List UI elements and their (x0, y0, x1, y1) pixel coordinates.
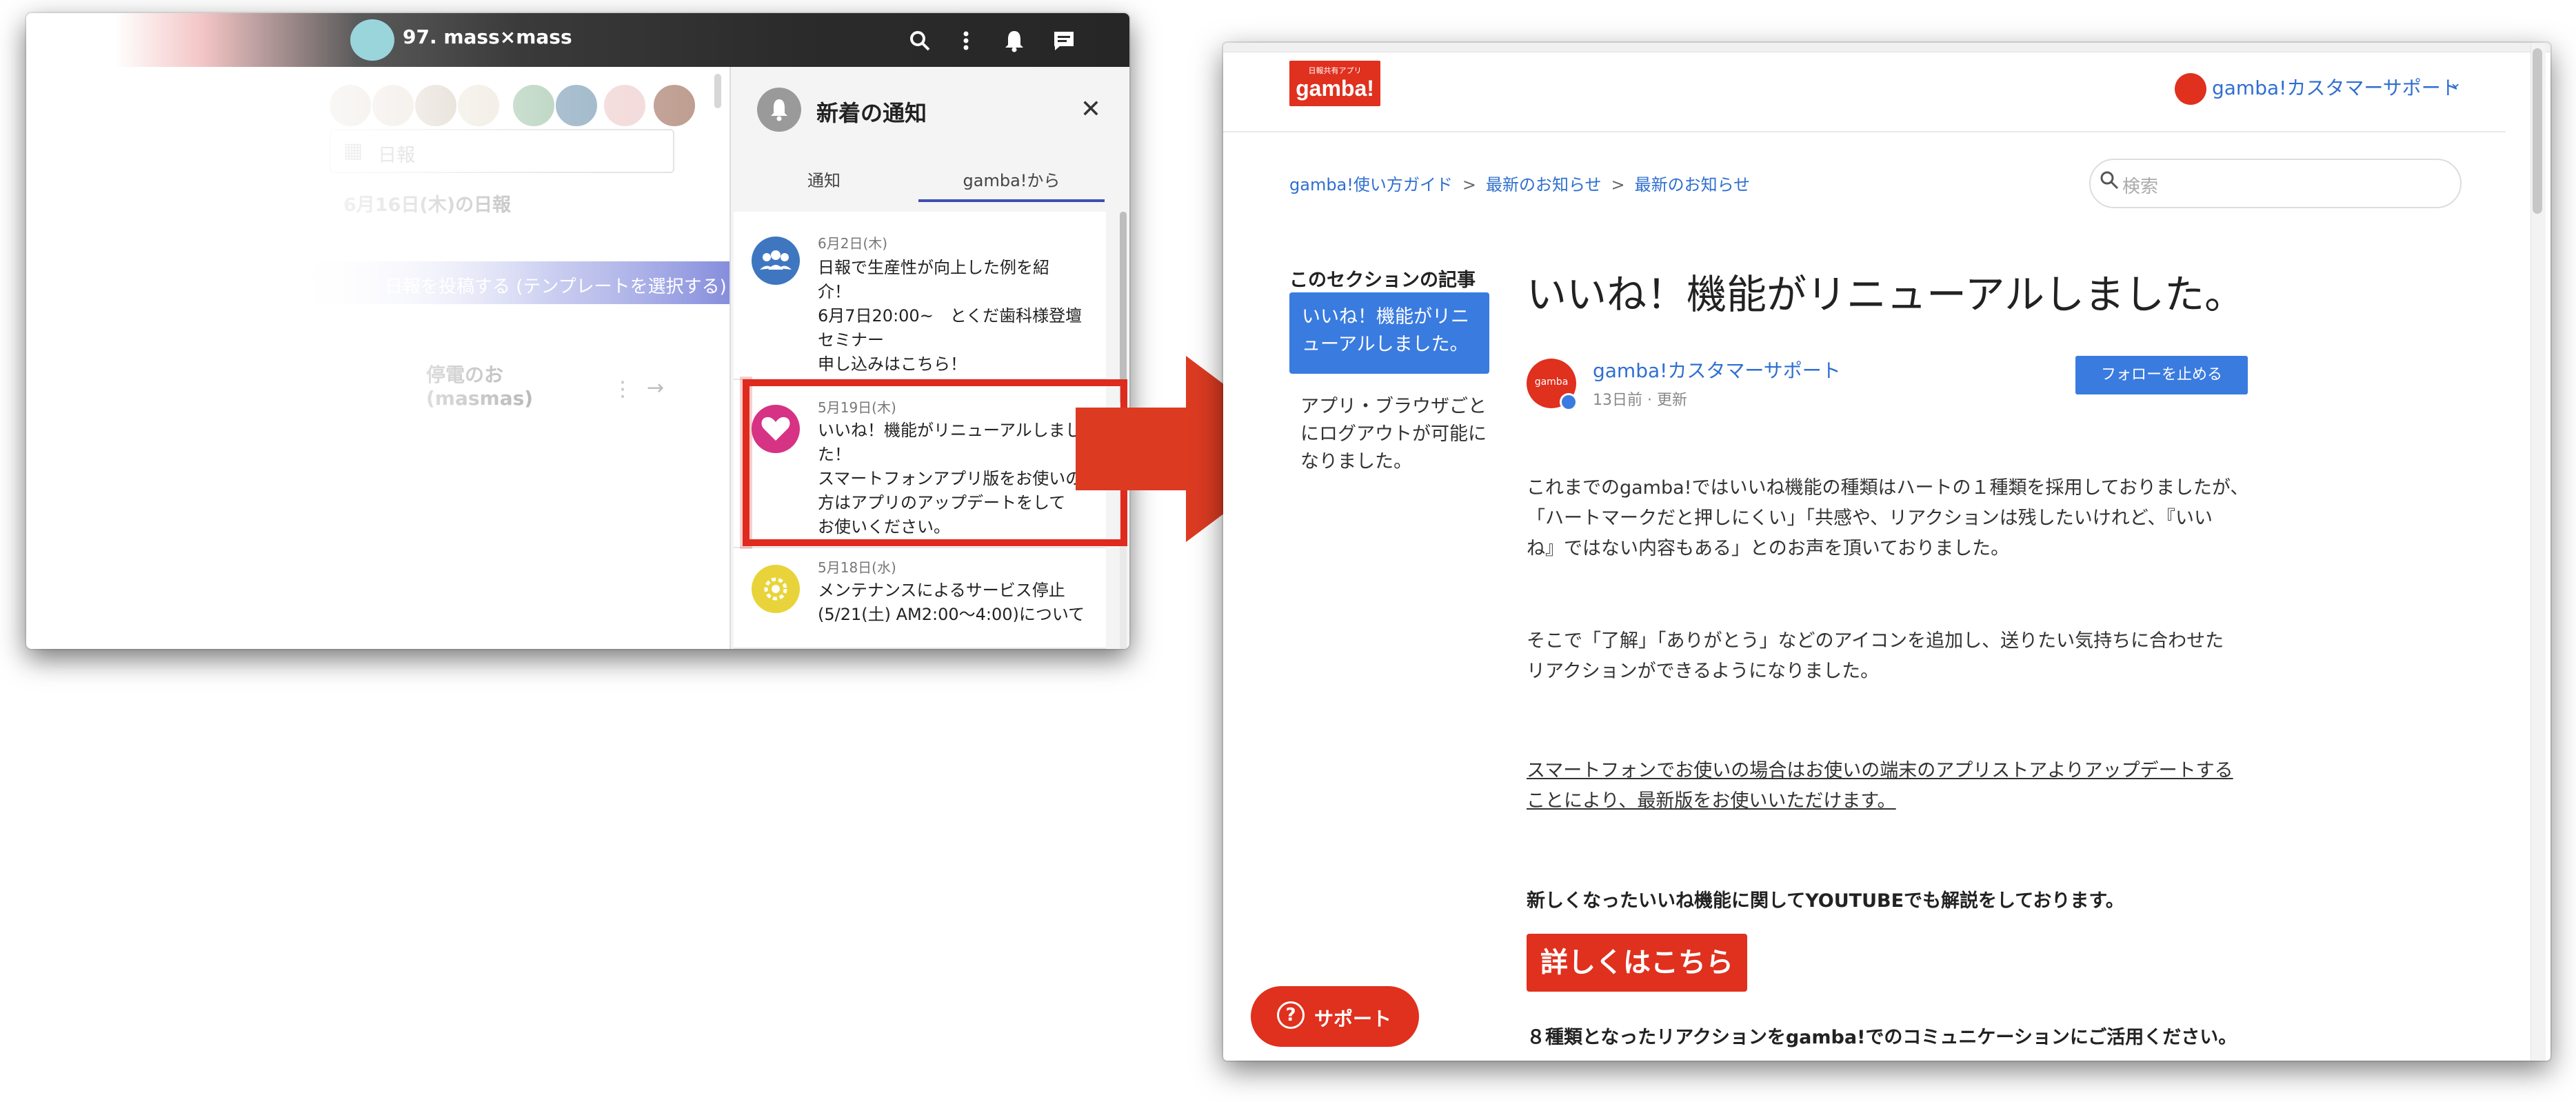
notification-text: 日報で生産性が向上した例を紹 介！ 6月7日20:00~ とくだ歯科様登壇 セミ… (818, 258, 1083, 374)
author-avatar-label: gamba (1534, 377, 1569, 388)
article-paragraph: これまでのgamba!ではいいね機能の種類はハートの１種類を採用しておりましたが… (1527, 477, 2249, 499)
tab-from-gamba[interactable]: gamba!から (918, 163, 1105, 202)
notification-item[interactable]: 5月18日(水) メンテナンスによるサービス停止 (5/21(土) AM2:00… (734, 548, 1106, 649)
section-article-active[interactable]: いいね！機能がリニューアルしました。 (1289, 292, 1489, 374)
article-paragraph: ね』ではない内容もある」とのお声を頂いておりました。 (1527, 538, 2010, 559)
support-button-label: サポート (1314, 1008, 1392, 1030)
room-title: 97. mass×mass (403, 26, 572, 48)
section-heading: このセクションの記事 (1289, 270, 1476, 291)
daily-report-select-label: 日報 (378, 145, 415, 166)
member-avatar[interactable] (414, 83, 458, 128)
member-avatar[interactable] (512, 83, 556, 128)
chat-area: ▦ 日報 6月16日(木)の日報 日報を投稿する (テンプレートを選択する) 停… (26, 67, 729, 649)
gear-icon (752, 565, 800, 613)
notification-date: 6月2日(木) (818, 235, 888, 252)
card-forward-icon[interactable]: → (647, 376, 664, 400)
browser-top-strip (1223, 43, 2550, 52)
breadcrumb-link[interactable]: 最新のお知らせ (1486, 175, 1602, 194)
header-divider (1223, 131, 2506, 132)
member-avatar[interactable] (603, 83, 647, 128)
chevron-down-icon[interactable]: ⌄ (2449, 74, 2462, 92)
reaction-note: ８種類となったリアクションをgamba!でのコミュニケーションにご活用ください。 (1527, 1027, 2237, 1048)
gamba-logo[interactable]: 日報共有アプリ gamba! (1289, 61, 1380, 106)
post-report-label: 日報を投稿する (テンプレートを選択する) (385, 277, 727, 297)
app-update-link-line: ことにより、最新版をお使いいただけます。 (1527, 790, 1896, 812)
breadcrumb-link[interactable]: 最新のお知らせ (1635, 175, 1751, 194)
logo-text: gamba! (1296, 76, 1374, 101)
member-avatar[interactable] (554, 83, 598, 128)
unfollow-button[interactable]: フォローを止める (2075, 356, 2248, 394)
details-button[interactable]: 詳しくはこちら (1527, 934, 1747, 992)
article-paragraph: 「ハートマークだと押しにくい」「共感や、リアクションは残したいけれど、『いい (1527, 508, 2213, 529)
article-paragraph: リアクションができるようになりました。 (1527, 661, 1880, 682)
notification-bell-glyph (767, 96, 792, 123)
bell-icon[interactable] (1002, 28, 1027, 53)
outage-card-title: 停電のお (masmas) (426, 363, 534, 410)
search-placeholder: 検索 (2122, 177, 2159, 197)
section-article-link[interactable]: アプリ・ブラウザごとにログアウトが可能になりました。 (1300, 393, 1487, 476)
search-icon[interactable] (907, 28, 932, 53)
breadcrumb-separator: > (1462, 175, 1476, 194)
calendar-icon: ▦ (343, 139, 363, 163)
member-avatar[interactable] (371, 83, 415, 128)
notification-text: メンテナンスによるサービス停止 (5/21(土) AM2:00〜4:00)につい… (818, 581, 1085, 624)
help-icon: ? (1277, 1001, 1305, 1029)
gamba-app-window: 97. mass×mass ▦ 日報 6月16日(木)の日報 日報を投稿する (… (26, 13, 1129, 649)
chat-icon[interactable] (1051, 28, 1076, 53)
tab-notifications[interactable]: 通知 (731, 163, 917, 202)
help-center-window: 日報共有アプリ gamba! gamba!カスタマーサポート ⌄ gamba!使… (1223, 43, 2550, 1061)
room-avatar (350, 19, 394, 61)
chat-scrollbar[interactable] (714, 74, 721, 108)
logo-tagline: 日報共有アプリ (1308, 66, 1362, 75)
author-badge (1560, 393, 1578, 411)
search-icon (2099, 170, 2120, 196)
article-meta: 13日前 · 更新 (1593, 392, 1687, 409)
member-avatar[interactable] (652, 83, 696, 128)
breadcrumb-separator: > (1611, 175, 1625, 194)
notification-panel: 新着の通知 ✕ 通知 gamba!から 6月2日(木) 日報で生産性が向上した例… (729, 67, 1129, 649)
author-name[interactable]: gamba!カスタマーサポート (1593, 356, 1841, 383)
article-paragraph: そこで「了解」「ありがとう」などのアイコンを追加し、送りたい気持ちに合わせた (1527, 630, 2224, 652)
account-menu[interactable]: gamba!カスタマーサポート (2212, 73, 2460, 101)
page-scroll-thumb[interactable] (2533, 48, 2542, 214)
app-update-link[interactable]: スマートフォンでお使いの場合はお使いの端末のアプリストアよりアップデートする こ… (1527, 756, 2233, 817)
breadcrumb-link[interactable]: gamba!使い方ガイド (1289, 175, 1453, 194)
breadcrumb: gamba!使い方ガイド > 最新のお知らせ > 最新のお知らせ (1289, 171, 1750, 195)
member-avatar[interactable] (456, 83, 501, 128)
article-title: いいね！機能がリニューアルしました。 (1527, 271, 2245, 318)
close-icon[interactable]: ✕ (1076, 94, 1106, 125)
chat-header: 97. mass×mass (26, 13, 1129, 67)
highlight-box (743, 379, 1127, 546)
app-update-link-line: スマートフォンでお使いの場合はお使いの端末のアプリストアよりアップデートする (1527, 760, 2233, 781)
card-more-icon[interactable]: ⋮ (612, 377, 633, 401)
youtube-note: 新しくなったいいね機能に関してYOUTUBEでも解説をしております。 (1527, 890, 2124, 912)
notification-panel-title: 新着の通知 (816, 100, 927, 126)
member-avatar[interactable] (328, 83, 372, 128)
kebab-icon[interactable] (954, 28, 978, 53)
group-icon (752, 237, 800, 285)
daily-report-date: 6月16日(木)の日報 (343, 194, 512, 216)
notification-date: 5月18日(水) (818, 559, 896, 576)
support-button[interactable]: ? サポート (1251, 986, 1419, 1047)
account-avatar[interactable] (2175, 73, 2206, 105)
notification-item[interactable]: 6月2日(木) 日報で生産性が向上した例を紹 介！ 6月7日20:00~ とくだ… (734, 212, 1106, 380)
notification-tabs: 通知 gamba!から (731, 163, 1129, 202)
